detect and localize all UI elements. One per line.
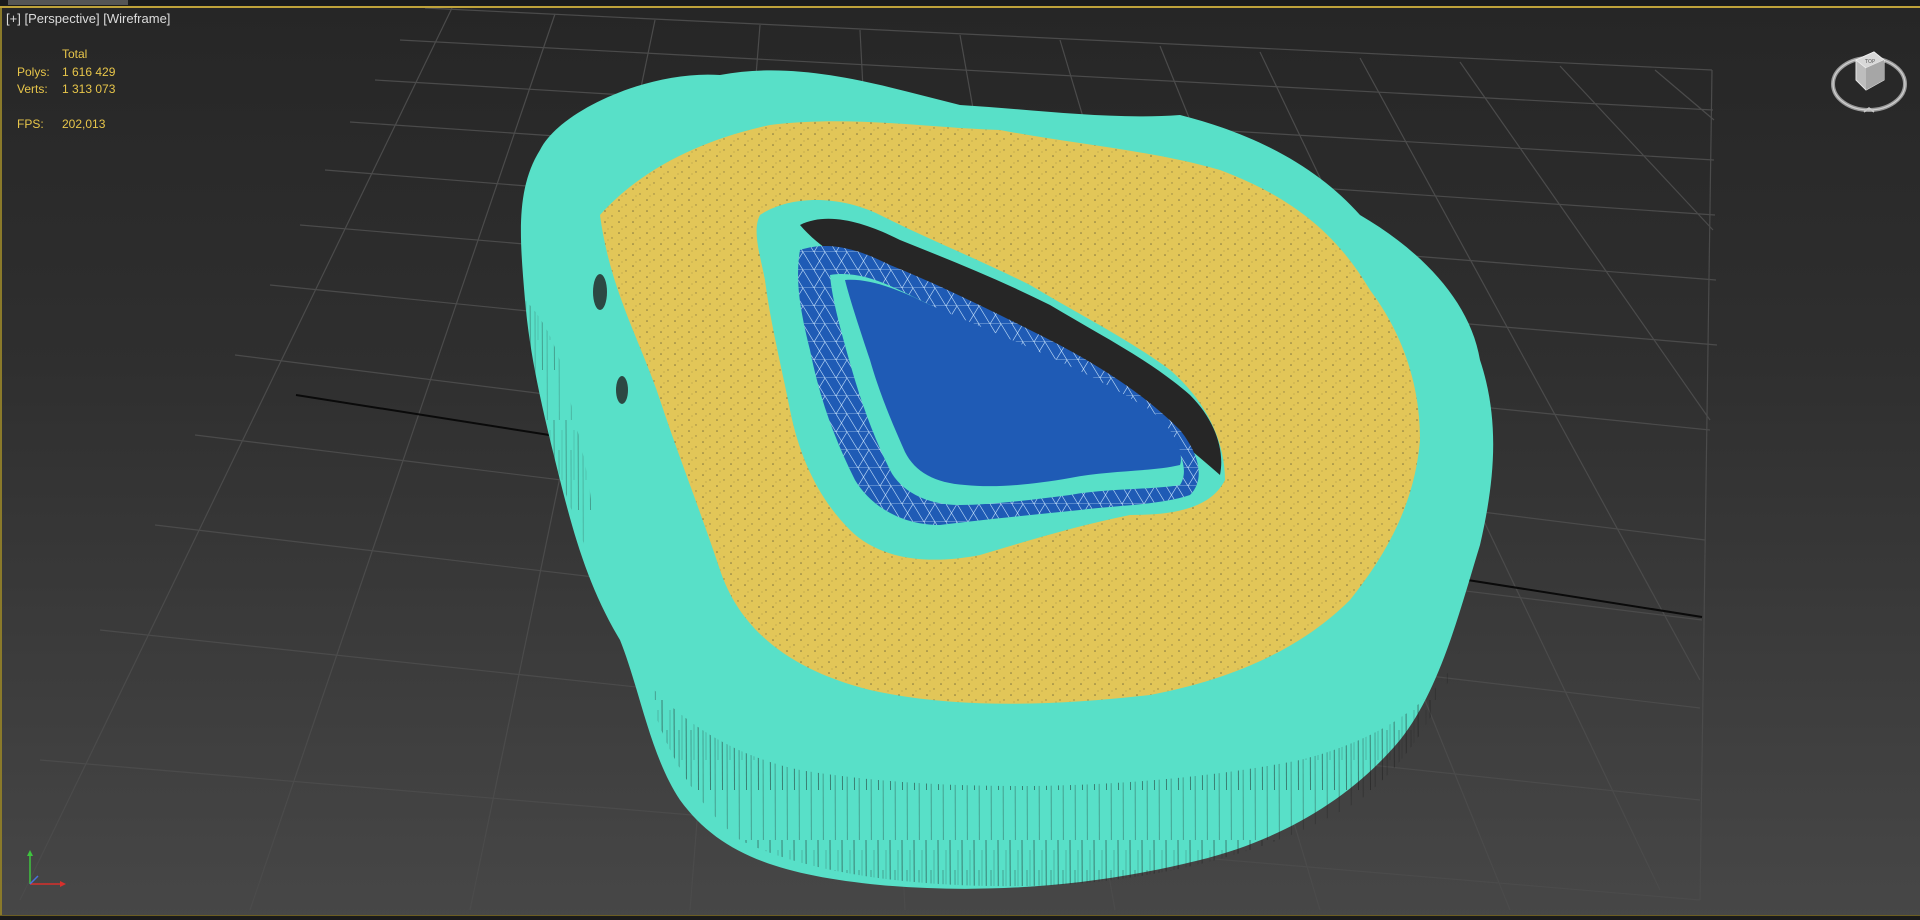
viewport-general-menu[interactable]: [+] <box>6 11 21 26</box>
perspective-viewport[interactable]: [+] [Perspective] [Wireframe] Total Poly… <box>0 0 1920 920</box>
stats-spacer <box>17 46 62 64</box>
viewcube-face-label: TOP <box>1864 59 1875 65</box>
fps-value: 202,013 <box>62 116 106 131</box>
viewport-frame-top <box>0 0 1920 8</box>
mesh-hole-2 <box>616 376 628 404</box>
viewport-point-of-view-menu[interactable]: [Perspective] <box>24 11 99 26</box>
viewport-frame-left <box>0 8 2 920</box>
viewport-frame-bottom <box>0 915 1920 920</box>
viewport-tab <box>8 0 128 5</box>
viewport-statistics: Total Polys: 1 616 429 Verts: 1 313 073 FP… <box>17 46 115 133</box>
viewport-shading-menu[interactable]: [Wireframe] <box>103 11 170 26</box>
polys-value: 1 616 429 <box>62 64 116 79</box>
axis-tripod-icon <box>27 850 66 887</box>
stats-header: Total <box>62 47 88 61</box>
viewcube-icon[interactable]: TOP <box>1826 40 1912 126</box>
polys-label: Polys: <box>17 64 50 79</box>
verts-value: 1 313 073 <box>62 82 116 96</box>
mesh-hole-1 <box>593 274 607 310</box>
fps-label: FPS: <box>17 116 44 131</box>
scene-canvas[interactable] <box>0 0 1920 920</box>
stats-gap <box>17 99 115 116</box>
verts-label: Verts: <box>17 82 48 96</box>
viewport-label-menu: [+] [Perspective] [Wireframe] <box>6 11 170 26</box>
